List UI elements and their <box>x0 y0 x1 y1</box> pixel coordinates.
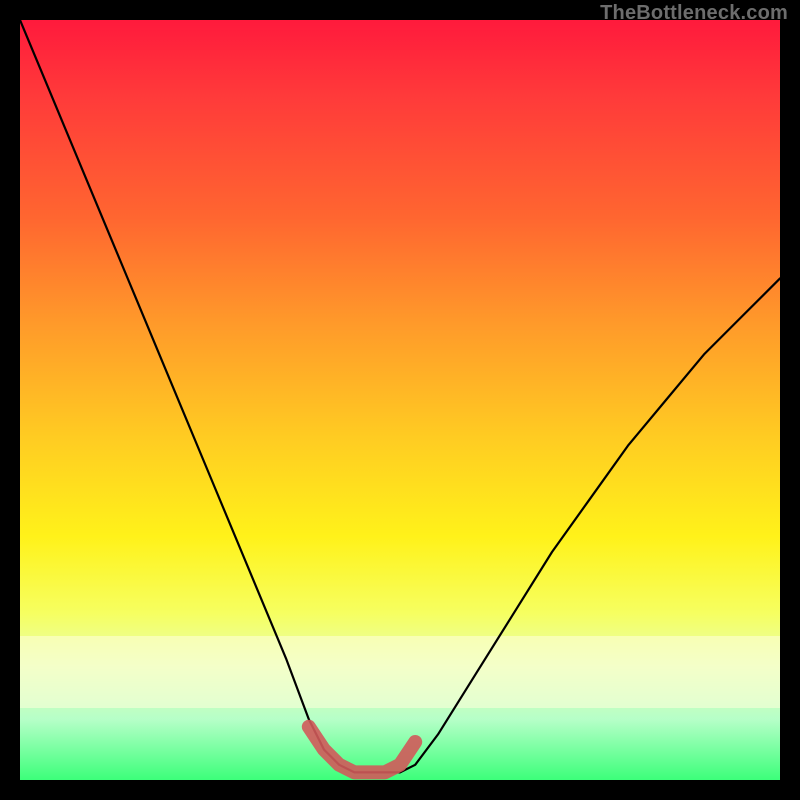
chart-stage: TheBottleneck.com <box>0 0 800 800</box>
plot-area <box>20 20 780 780</box>
highlight-region-path <box>309 727 415 773</box>
curve-svg <box>20 20 780 780</box>
bottleneck-curve-path <box>20 20 780 772</box>
pale-band <box>20 636 780 708</box>
